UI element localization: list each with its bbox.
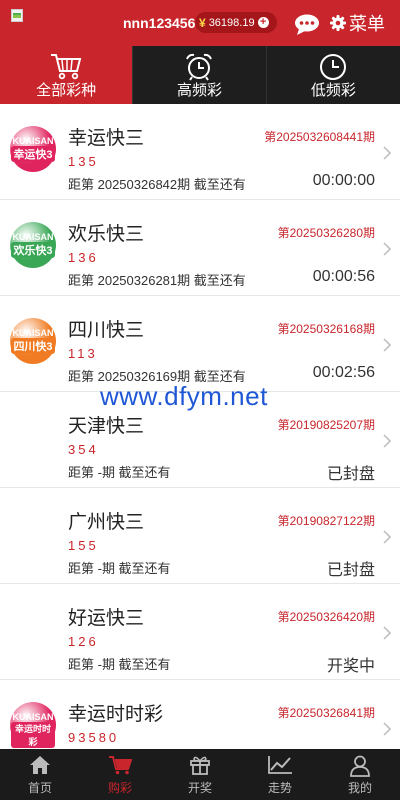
issue-number: 第20250326841期 xyxy=(277,706,375,720)
deadline-text: 距第 20250326281期 截至还有 xyxy=(68,273,246,288)
winning-numbers: 136 xyxy=(68,250,99,265)
tab-label: 低频彩 xyxy=(310,82,356,99)
chevron-right-icon xyxy=(383,722,392,736)
countdown: 00:00:00 xyxy=(312,172,375,189)
nav-label: 我的 xyxy=(347,781,372,795)
lottery-row[interactable]: KUAISAN 欢乐快3 欢乐快三 第20250326280期 136 距第 2… xyxy=(0,200,400,296)
tab-all-lotteries[interactable]: 全部彩种 xyxy=(0,46,134,104)
winning-numbers: 135 xyxy=(68,154,99,169)
lottery-logo: KUAISAN 四川快3 xyxy=(10,318,56,364)
balance-badge[interactable]: ¥ 36198.19 + xyxy=(195,12,277,33)
lottery-name: 好运快三 xyxy=(68,608,145,629)
bottom-nav: 首页 购彩 开奖 走势 我的 xyxy=(0,749,400,800)
countdown: 00:02:56 xyxy=(312,364,375,381)
yen-symbol: ¥ xyxy=(199,15,206,30)
nav-label: 购彩 xyxy=(107,781,132,795)
issue-number: 第20250326168期 xyxy=(277,322,375,336)
lottery-row[interactable]: 好运快三 第20250326420期 126 距第 -期 截至还有 开奖中 xyxy=(0,584,400,680)
nav-label: 首页 xyxy=(27,781,52,795)
cart-icon xyxy=(51,54,82,80)
home-icon xyxy=(30,756,50,774)
menu-button[interactable]: 菜单 xyxy=(330,12,385,34)
winning-numbers: 354 xyxy=(68,442,99,457)
lottery-list: KUAISAN 幸运快3 幸运快三 第2025032608441期 135 距第… xyxy=(0,104,400,776)
lottery-row[interactable]: KUAISAN 幸运快3 幸运快三 第2025032608441期 135 距第… xyxy=(0,104,400,200)
add-funds-icon[interactable]: + xyxy=(257,17,269,28)
nav-buy[interactable]: 购彩 xyxy=(80,749,160,800)
issue-number: 第20250326280期 xyxy=(277,226,375,240)
tab-label: 高频彩 xyxy=(176,82,222,99)
menu-label: 菜单 xyxy=(349,14,385,34)
logo-text: 幸运时时彩 xyxy=(11,722,55,748)
winning-numbers: 126 xyxy=(68,634,99,649)
chevron-right-icon xyxy=(383,338,392,352)
lottery-name: 欢乐快三 xyxy=(68,224,145,245)
chevron-right-icon xyxy=(383,434,392,448)
chevron-right-icon xyxy=(383,146,392,160)
top-bar: nnn123456 ¥ 36198.19 + 菜单 xyxy=(0,0,400,46)
winning-numbers: 155 xyxy=(68,538,99,553)
lottery-name: 广州快三 xyxy=(68,512,145,533)
gear-icon xyxy=(330,15,346,31)
chevron-right-icon xyxy=(383,626,392,640)
issue-number: 第20190827122期 xyxy=(277,514,375,528)
nav-trends[interactable]: 走势 xyxy=(240,749,320,800)
issue-number: 第20250326420期 xyxy=(277,610,375,624)
trend-chart-icon xyxy=(268,756,292,774)
lottery-logo: KUAISAN 幸运快3 xyxy=(10,126,56,172)
status-text: 开奖中 xyxy=(326,658,375,675)
lottery-logo: KUAISAN 欢乐快3 xyxy=(10,222,56,268)
balance-value: 36198.19 xyxy=(208,16,255,29)
tab-label: 全部彩种 xyxy=(36,82,97,99)
issue-number: 第20190825207期 xyxy=(277,418,375,432)
issue-number: 第2025032608441期 xyxy=(264,130,375,144)
countdown: 00:00:56 xyxy=(312,268,375,285)
user-icon xyxy=(350,755,370,777)
alarm-clock-icon xyxy=(186,53,213,81)
logo-text: 欢乐快3 xyxy=(11,242,55,258)
status-text: 已封盘 xyxy=(326,466,375,483)
lottery-logo: KUAISAN 幸运时时彩 xyxy=(10,702,56,748)
nav-profile[interactable]: 我的 xyxy=(320,749,400,800)
chat-bubble-icon[interactable] xyxy=(294,14,320,35)
cart-icon xyxy=(109,756,132,775)
nav-label: 走势 xyxy=(267,781,292,795)
deadline-text: 距第 -期 截至还有 xyxy=(68,561,171,576)
logo-text: 幸运快3 xyxy=(11,146,55,162)
chevron-right-icon xyxy=(383,242,392,256)
lottery-row[interactable]: 广州快三 第20190827122期 155 距第 -期 截至还有 已封盘 xyxy=(0,488,400,584)
status-text: 已封盘 xyxy=(326,562,375,579)
winning-numbers: 113 xyxy=(68,346,98,361)
nav-label: 开奖 xyxy=(187,781,212,795)
lottery-row[interactable]: KUAISAN 四川快3 四川快三 第20250326168期 113 距第 2… xyxy=(0,296,400,392)
watermark-text: www.dfym.net xyxy=(100,381,268,411)
lottery-name: 四川快三 xyxy=(68,320,145,341)
winning-numbers: 93580 xyxy=(68,730,120,745)
chevron-right-icon xyxy=(383,530,392,544)
gift-icon xyxy=(190,756,210,775)
nav-draw-results[interactable]: 开奖 xyxy=(160,749,240,800)
deadline-text: 距第 -期 截至还有 xyxy=(68,657,171,672)
nav-home[interactable]: 首页 xyxy=(0,749,80,800)
tab-high-frequency[interactable]: 高频彩 xyxy=(133,46,267,104)
tab-low-frequency[interactable]: 低频彩 xyxy=(267,46,400,104)
username: nnn123456 xyxy=(123,15,196,31)
lottery-name: 幸运快三 xyxy=(68,128,145,149)
deadline-text: 距第 20250326842期 截至还有 xyxy=(68,177,246,192)
lottery-name: 天津快三 xyxy=(68,416,145,437)
deadline-text: 距第 -期 截至还有 xyxy=(68,465,171,480)
clock-icon xyxy=(320,54,347,80)
logo-text: 四川快3 xyxy=(11,338,55,354)
category-tabs: 全部彩种 高频彩 低频彩 xyxy=(0,46,400,104)
lottery-name: 幸运时时彩 xyxy=(68,704,164,725)
broken-image-icon xyxy=(10,8,26,24)
